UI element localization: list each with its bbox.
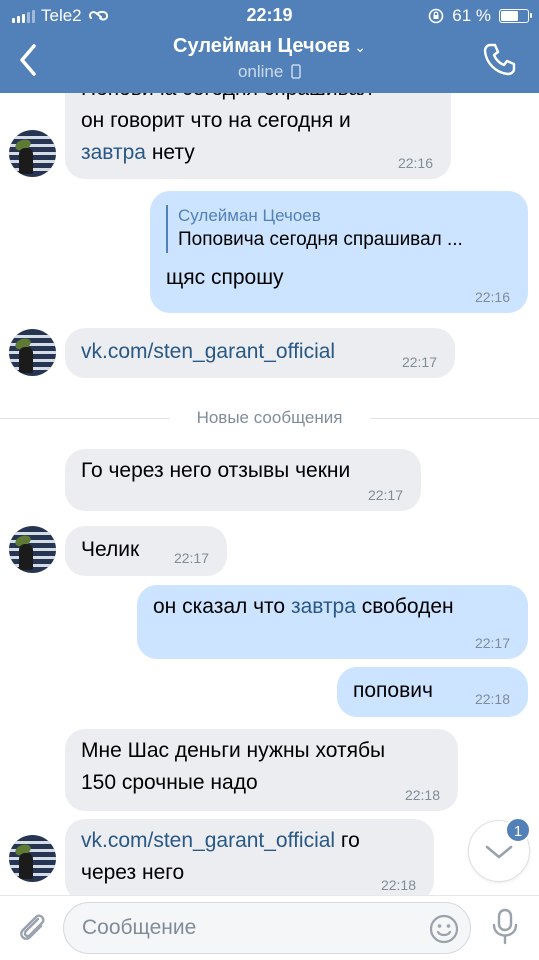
- message-text: 150 срочные надо: [81, 771, 258, 794]
- message-text: завтра нету: [81, 137, 435, 169]
- reply-quote[interactable]: Сулейман Цечоев Поповича сегодня спрашив…: [166, 205, 512, 253]
- chat-area[interactable]: Поповича сегодня спрашивал он говорит чт…: [0, 93, 539, 895]
- avatar[interactable]: [9, 835, 56, 882]
- message-link[interactable]: vk.com/sten_garant_official: [81, 829, 335, 852]
- message-text: он сказал что завтра свободен: [153, 591, 512, 623]
- message-text: щяс спрошу: [166, 266, 284, 289]
- message-time: 22:18: [404, 787, 440, 803]
- status-bar: Tele2 22:19 61 %: [0, 0, 539, 30]
- status-right: 61 %: [428, 6, 532, 26]
- message-text: Поповича сегодня спрашивал: [81, 93, 435, 105]
- mobile-icon: [291, 64, 301, 79]
- avatar[interactable]: [9, 329, 56, 376]
- unread-count-badge: 1: [505, 817, 531, 843]
- message-text-post: свободен: [355, 595, 454, 618]
- rotation-lock-icon: [428, 8, 444, 24]
- message-time: 22:16: [474, 289, 510, 305]
- scroll-down-button[interactable]: 1: [468, 817, 531, 882]
- message-time: 22:18: [380, 877, 416, 893]
- message-bubble-incoming[interactable]: Мне Шас деньги нужны хотябы 150 срочные …: [65, 729, 458, 811]
- battery-percent: 61 %: [452, 6, 491, 25]
- message-time: 22:17: [173, 550, 209, 566]
- message-bubble-outgoing[interactable]: Сулейман Цечоев Поповича сегодня спрашив…: [150, 191, 528, 313]
- message-time: 22:17: [367, 487, 403, 503]
- message-bubble-incoming[interactable]: Челик 22:17: [65, 526, 227, 576]
- new-messages-divider: Новые сообщения: [0, 406, 539, 430]
- message-text: Го через него отзывы чекни: [81, 459, 351, 482]
- message-text-tail: нету: [145, 141, 195, 164]
- message-text-post: го: [335, 829, 360, 852]
- message-text: Челик: [81, 538, 140, 561]
- message-bubble-outgoing[interactable]: попович 22:18: [337, 667, 528, 717]
- microphone-icon[interactable]: [490, 908, 520, 946]
- message-bubble-incoming[interactable]: vk.com/sten_garant_official го через нег…: [65, 819, 434, 895]
- avatar[interactable]: [9, 526, 56, 573]
- message-time: 22:17: [401, 354, 437, 370]
- paperclip-icon[interactable]: [14, 908, 50, 944]
- avatar[interactable]: [9, 130, 56, 177]
- message-text: попович: [353, 679, 433, 702]
- message-link[interactable]: vk.com/sten_garant_official: [81, 340, 335, 363]
- message-time: 22:16: [397, 155, 433, 171]
- message-text: Мне Шас деньги нужны хотябы: [81, 739, 386, 762]
- message-bubble-incoming[interactable]: Поповича сегодня спрашивал он говорит чт…: [65, 93, 451, 179]
- message-text: через него: [81, 861, 185, 884]
- date-link[interactable]: завтра: [81, 141, 146, 164]
- message-bubble-outgoing[interactable]: он сказал что завтра свободен 22:17: [137, 585, 528, 659]
- top-bar: Tele2 22:19 61 % Сулейман Цечоев ⌄ online: [0, 0, 539, 93]
- battery-icon: [499, 9, 532, 23]
- message-time: 22:17: [474, 635, 510, 651]
- message-input-wrapper[interactable]: [63, 902, 471, 954]
- message-input[interactable]: [82, 903, 422, 953]
- chevron-down-icon: ⌄: [354, 39, 366, 55]
- contact-name-text: Сулейман Цечоев: [173, 35, 351, 57]
- date-link[interactable]: завтра: [291, 595, 356, 618]
- message-time: 22:18: [474, 691, 510, 707]
- smile-icon[interactable]: [428, 913, 460, 945]
- message-bubble-incoming[interactable]: vk.com/sten_garant_official 22:17: [65, 328, 455, 378]
- message-text-pre: он сказал что: [153, 595, 291, 618]
- message-composer: [0, 895, 539, 960]
- phone-icon[interactable]: [481, 41, 517, 77]
- contact-status: online: [0, 62, 539, 82]
- reply-author: Сулейман Цечоев: [178, 206, 321, 225]
- contact-status-text: online: [237, 62, 284, 81]
- new-messages-label: Новые сообщения: [196, 408, 343, 427]
- message-text: vk.com/sten_garant_official го: [81, 825, 418, 857]
- battery-level: [501, 11, 519, 21]
- reply-text: Поповича сегодня спрашивал ...: [178, 229, 463, 250]
- message-text: он говорит что на сегодня и: [81, 109, 351, 132]
- contact-name[interactable]: Сулейман Цечоев ⌄: [0, 35, 539, 58]
- message-bubble-incoming[interactable]: Го через него отзывы чекни 22:17: [65, 449, 421, 511]
